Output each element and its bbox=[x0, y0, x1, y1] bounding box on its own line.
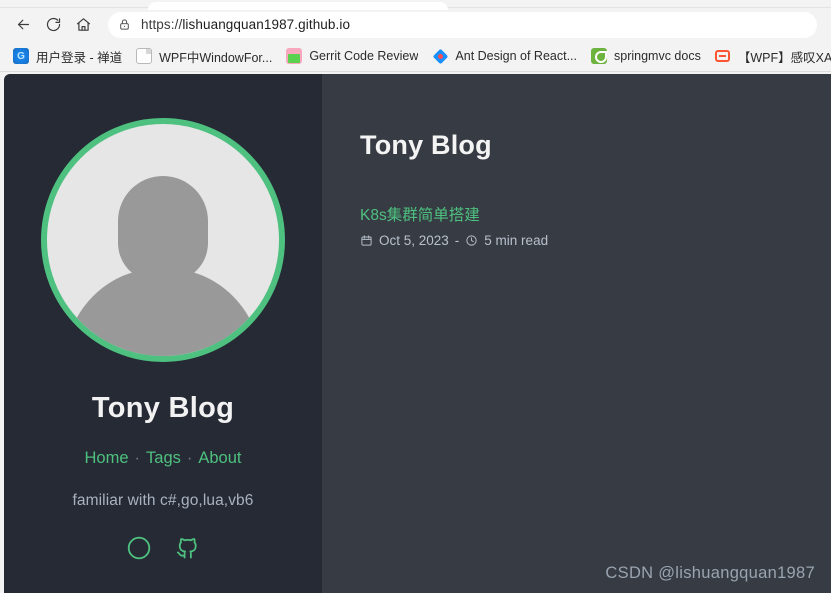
nav-separator: · bbox=[181, 449, 199, 468]
github-icon[interactable] bbox=[174, 534, 201, 561]
bookmark-item[interactable]: Ant Design of React... bbox=[425, 44, 584, 68]
watermark: CSDN @lishuangquan1987 bbox=[605, 564, 815, 583]
email-circle-icon[interactable] bbox=[126, 535, 152, 561]
clock-glyph bbox=[465, 234, 478, 247]
avatar-body bbox=[65, 268, 261, 362]
post-meta: Oct 5, 2023 - 5 min read bbox=[360, 233, 831, 248]
calendar-glyph bbox=[360, 234, 373, 247]
page-title: Tony Blog bbox=[360, 130, 831, 161]
url-host: lishuangquan1987.github.io bbox=[182, 17, 350, 32]
antdesign-favicon bbox=[432, 48, 448, 64]
calendar-icon bbox=[360, 234, 373, 247]
social-links bbox=[126, 534, 201, 561]
sidebar-nav: Home · Tags · About bbox=[85, 449, 242, 468]
bookmark-item[interactable]: G 用户登录 - 禅道 bbox=[6, 44, 129, 68]
reload-button[interactable] bbox=[38, 11, 68, 39]
home-button[interactable] bbox=[68, 11, 98, 39]
home-icon bbox=[75, 16, 92, 33]
padlock-glyph bbox=[118, 18, 131, 31]
clock-icon bbox=[465, 234, 478, 247]
bookmark-item[interactable]: Gerrit Code Review bbox=[279, 44, 425, 68]
sidebar-item-tags[interactable]: Tags bbox=[146, 449, 181, 468]
web-page: Tony Blog Home · Tags · About familiar w… bbox=[4, 74, 831, 593]
bookmark-label: 【WPF】感叹XAML. bbox=[738, 47, 831, 66]
bookmarks-bar: G 用户登录 - 禅道 WPF中WindowFor... Gerrit Code… bbox=[0, 41, 831, 72]
url-scheme: https:// bbox=[141, 17, 182, 32]
meta-separator: - bbox=[449, 233, 466, 248]
avatar bbox=[41, 118, 285, 362]
avatar-head bbox=[118, 176, 208, 282]
blog-sidebar: Tony Blog Home · Tags · About familiar w… bbox=[4, 74, 322, 593]
browser-toolbar: https://lishuangquan1987.github.io bbox=[0, 8, 831, 41]
bookmark-label: WPF中WindowFor... bbox=[159, 47, 272, 66]
back-arrow-icon bbox=[15, 16, 32, 33]
gerrit-favicon bbox=[286, 48, 302, 64]
post-list-item: K8s集群简单搭建 Oct 5, 2023 - bbox=[360, 203, 831, 248]
spring-favicon bbox=[591, 48, 607, 64]
reload-icon bbox=[45, 16, 62, 33]
address-bar-text: https://lishuangquan1987.github.io bbox=[141, 17, 350, 32]
post-read-time: 5 min read bbox=[484, 233, 548, 248]
tab-strip bbox=[0, 0, 831, 8]
csdn-favicon bbox=[715, 48, 731, 64]
post-title-link[interactable]: K8s集群简单搭建 bbox=[360, 203, 480, 225]
bookmark-item[interactable]: WPF中WindowFor... bbox=[129, 44, 279, 68]
bookmark-label: 用户登录 - 禅道 bbox=[36, 47, 122, 66]
nav-separator: · bbox=[129, 449, 147, 468]
email-circle-glyph bbox=[126, 535, 152, 561]
zentao-favicon: G bbox=[13, 48, 29, 64]
back-button[interactable] bbox=[8, 11, 38, 39]
post-date: Oct 5, 2023 bbox=[379, 233, 449, 248]
bookmark-item[interactable]: 【WPF】感叹XAML. bbox=[708, 44, 831, 68]
github-glyph bbox=[174, 534, 201, 561]
bookmark-item[interactable]: springmvc docs bbox=[584, 44, 708, 68]
tagline: familiar with c#,go,lua,vb6 bbox=[72, 492, 253, 510]
sidebar-item-home[interactable]: Home bbox=[85, 449, 129, 468]
address-bar[interactable]: https://lishuangquan1987.github.io bbox=[108, 12, 817, 38]
bookmark-label: springmvc docs bbox=[614, 49, 701, 63]
active-tab[interactable] bbox=[148, 2, 448, 10]
browser-window: https://lishuangquan1987.github.io G 用户登… bbox=[0, 0, 831, 593]
bookmark-label: Ant Design of React... bbox=[455, 49, 577, 63]
sidebar-item-about[interactable]: About bbox=[198, 449, 241, 468]
blog-main: Tony Blog K8s集群简单搭建 Oct 5, 2023 - bbox=[322, 74, 831, 593]
padlock-icon bbox=[118, 18, 131, 31]
bookmark-label: Gerrit Code Review bbox=[309, 49, 418, 63]
site-title: Tony Blog bbox=[92, 392, 234, 425]
document-favicon bbox=[136, 48, 152, 64]
